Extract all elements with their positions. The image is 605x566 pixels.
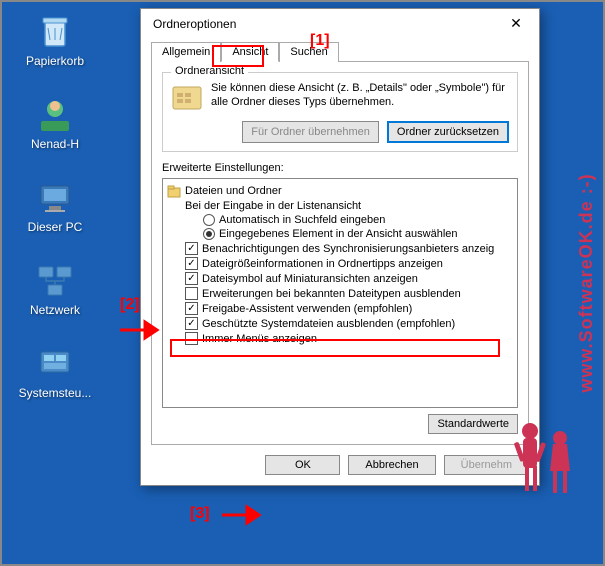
group-description: Sie können diese Ansicht (z. B. „Details… — [211, 81, 509, 110]
arrow-icon — [217, 500, 267, 530]
folder-view-group: Ordneransicht Sie können diese Ansicht (… — [162, 72, 518, 152]
group-title: Ordneransicht — [171, 65, 248, 77]
desktop-label: Papierkorb — [15, 54, 95, 68]
apply-button[interactable]: Übernehm — [444, 455, 529, 475]
tree-item[interactable]: Dateigrößeinformationen in Ordnertipps a… — [167, 256, 513, 271]
desktop-icon-pc[interactable]: Dieser PC — [15, 176, 95, 234]
desktop-label: Netzwerk — [15, 303, 95, 317]
dialog-buttons: OK Abbrechen Übernehm — [141, 445, 539, 485]
dialog-title: Ordneroptionen — [153, 17, 236, 31]
close-button[interactable]: ✕ — [501, 15, 531, 32]
desktop-label: Systemsteu... — [15, 386, 95, 400]
tree-item[interactable]: Dateisymbol auf Miniaturansichten anzeig… — [167, 271, 513, 286]
tree-item-extensions[interactable]: Erweiterungen bei bekannten Dateitypen a… — [167, 286, 513, 301]
apply-folders-button[interactable]: Für Ordner übernehmen — [242, 121, 379, 143]
desktop-icon-user[interactable]: Nenad-H — [15, 93, 95, 151]
titlebar: Ordneroptionen ✕ — [141, 9, 539, 38]
tree-item[interactable]: Eingegebenes Element in der Ansicht ausw… — [167, 227, 513, 241]
pc-icon — [35, 176, 75, 216]
checkbox-icon[interactable] — [185, 242, 198, 255]
tree-folder-label: Dateien und Ordner — [185, 185, 282, 197]
ok-button[interactable]: OK — [265, 455, 340, 475]
tree-item[interactable]: Freigabe-Assistent verwenden (empfohlen) — [167, 301, 513, 316]
recycle-bin-icon — [35, 10, 75, 50]
desktop-icon-recycle[interactable]: Papierkorb — [15, 10, 95, 68]
tree-folder-files[interactable]: Dateien und Ordner — [167, 183, 513, 199]
reset-folders-button[interactable]: Ordner zurücksetzen — [387, 121, 509, 143]
tree-item: Bei der Eingabe in der Listenansicht — [167, 199, 513, 213]
tree-item[interactable]: Geschützte Systemdateien ausblenden (emp… — [167, 316, 513, 331]
user-icon — [35, 93, 75, 133]
network-icon — [35, 259, 75, 299]
tab-search[interactable]: Suchen — [279, 42, 338, 62]
desktop: Papierkorb Nenad-H Dieser PC Netzwerk Sy… — [0, 0, 140, 425]
folder-options-dialog: Ordneroptionen ✕ Allgemein Ansicht Suche… — [140, 8, 540, 486]
watermark-text: www.SoftwareOK.de :-) — [576, 173, 597, 392]
desktop-icon-control[interactable]: Systemsteu... — [15, 342, 95, 400]
radio-icon[interactable] — [203, 228, 215, 240]
tree-item[interactable]: Benachrichtigungen des Synchronisierungs… — [167, 241, 513, 256]
checkbox-icon[interactable] — [185, 272, 198, 285]
checkbox-icon[interactable] — [185, 302, 198, 315]
tree-item[interactable]: Immer Menüs anzeigen — [167, 331, 513, 346]
defaults-button[interactable]: Standardwerte — [428, 414, 518, 434]
folder-preview-icon — [171, 81, 203, 113]
radio-icon[interactable] — [203, 214, 215, 226]
tab-general[interactable]: Allgemein — [151, 42, 221, 62]
checkbox-icon[interactable] — [185, 257, 198, 270]
checkbox-icon[interactable] — [185, 287, 198, 300]
desktop-icon-network[interactable]: Netzwerk — [15, 259, 95, 317]
advanced-settings-tree[interactable]: Dateien und Ordner Bei der Eingabe in de… — [162, 178, 518, 408]
control-panel-icon — [35, 342, 75, 382]
tree-item[interactable]: Automatisch in Suchfeld eingeben — [167, 213, 513, 227]
cancel-button[interactable]: Abbrechen — [348, 455, 435, 475]
folder-icon — [167, 184, 181, 198]
desktop-label: Nenad-H — [15, 137, 95, 151]
advanced-label: Erweiterte Einstellungen: — [162, 162, 518, 174]
tab-view[interactable]: Ansicht — [221, 42, 279, 62]
checkbox-icon[interactable] — [185, 317, 198, 330]
tab-panel: Ordneransicht Sie können diese Ansicht (… — [151, 61, 529, 445]
tab-row: Allgemein Ansicht Suchen — [141, 38, 539, 62]
checkbox-icon[interactable] — [185, 332, 198, 345]
annotation-3: [3] — [190, 505, 210, 523]
desktop-label: Dieser PC — [15, 220, 95, 234]
